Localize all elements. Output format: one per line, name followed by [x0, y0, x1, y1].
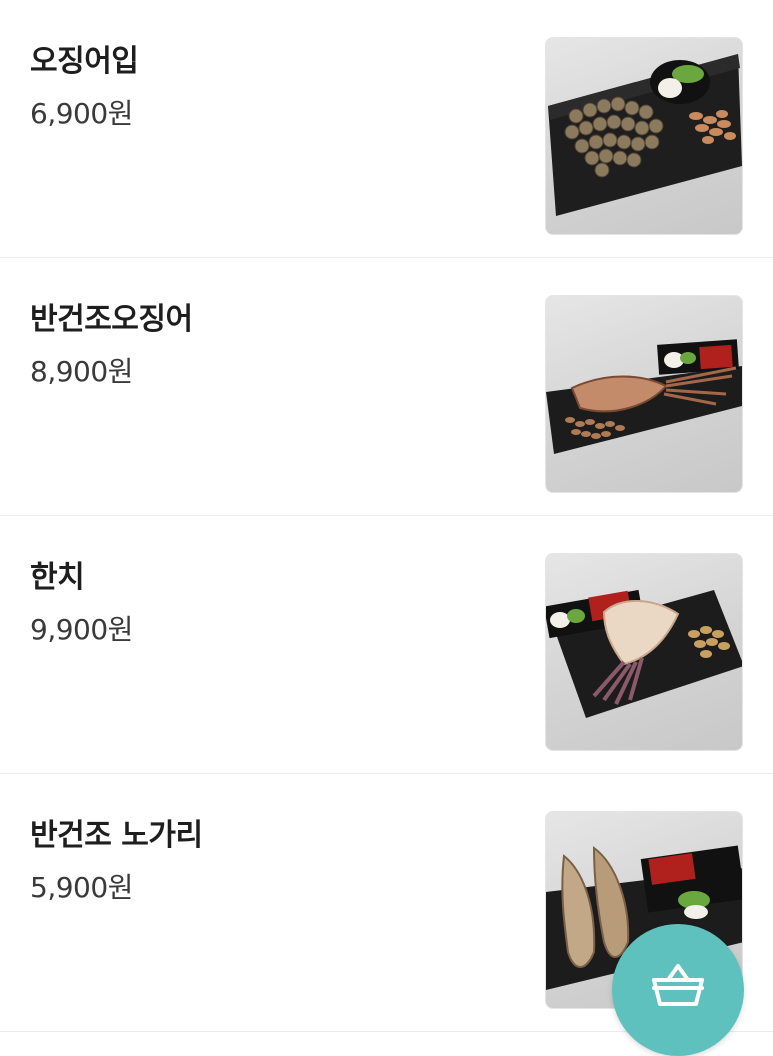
menu-item-image[interactable]	[545, 37, 743, 235]
menu-item-price: 6,900원	[30, 97, 133, 130]
menu-item[interactable]: 반건조오징어 8,900원	[0, 258, 773, 516]
squid-mouth-dish-illustration	[548, 54, 742, 216]
menu-list: 오징어입 6,900원 반건조오징어 8,900원 한치 9,900원 반건조 …	[0, 0, 773, 1032]
menu-item-price: 9,900원	[30, 613, 133, 646]
cart-button[interactable]	[612, 924, 744, 1056]
menu-item-price: 5,900원	[30, 871, 133, 904]
hanchi-squid-dish-illustration	[546, 589, 742, 718]
half-dried-squid-dish-illustration	[546, 339, 742, 454]
menu-item-name: 오징어입	[30, 44, 139, 79]
menu-item-name: 한치	[30, 560, 85, 595]
menu-item-image[interactable]	[545, 295, 743, 493]
menu-item-price: 8,900원	[30, 355, 133, 388]
menu-item[interactable]: 한치 9,900원	[0, 516, 773, 774]
menu-item[interactable]: 오징어입 6,900원	[0, 0, 773, 258]
menu-item-name: 반건조오징어	[30, 302, 193, 337]
menu-item-image[interactable]	[545, 553, 743, 751]
basket-icon	[652, 964, 704, 1006]
menu-item-name: 반건조 노가리	[30, 818, 203, 853]
